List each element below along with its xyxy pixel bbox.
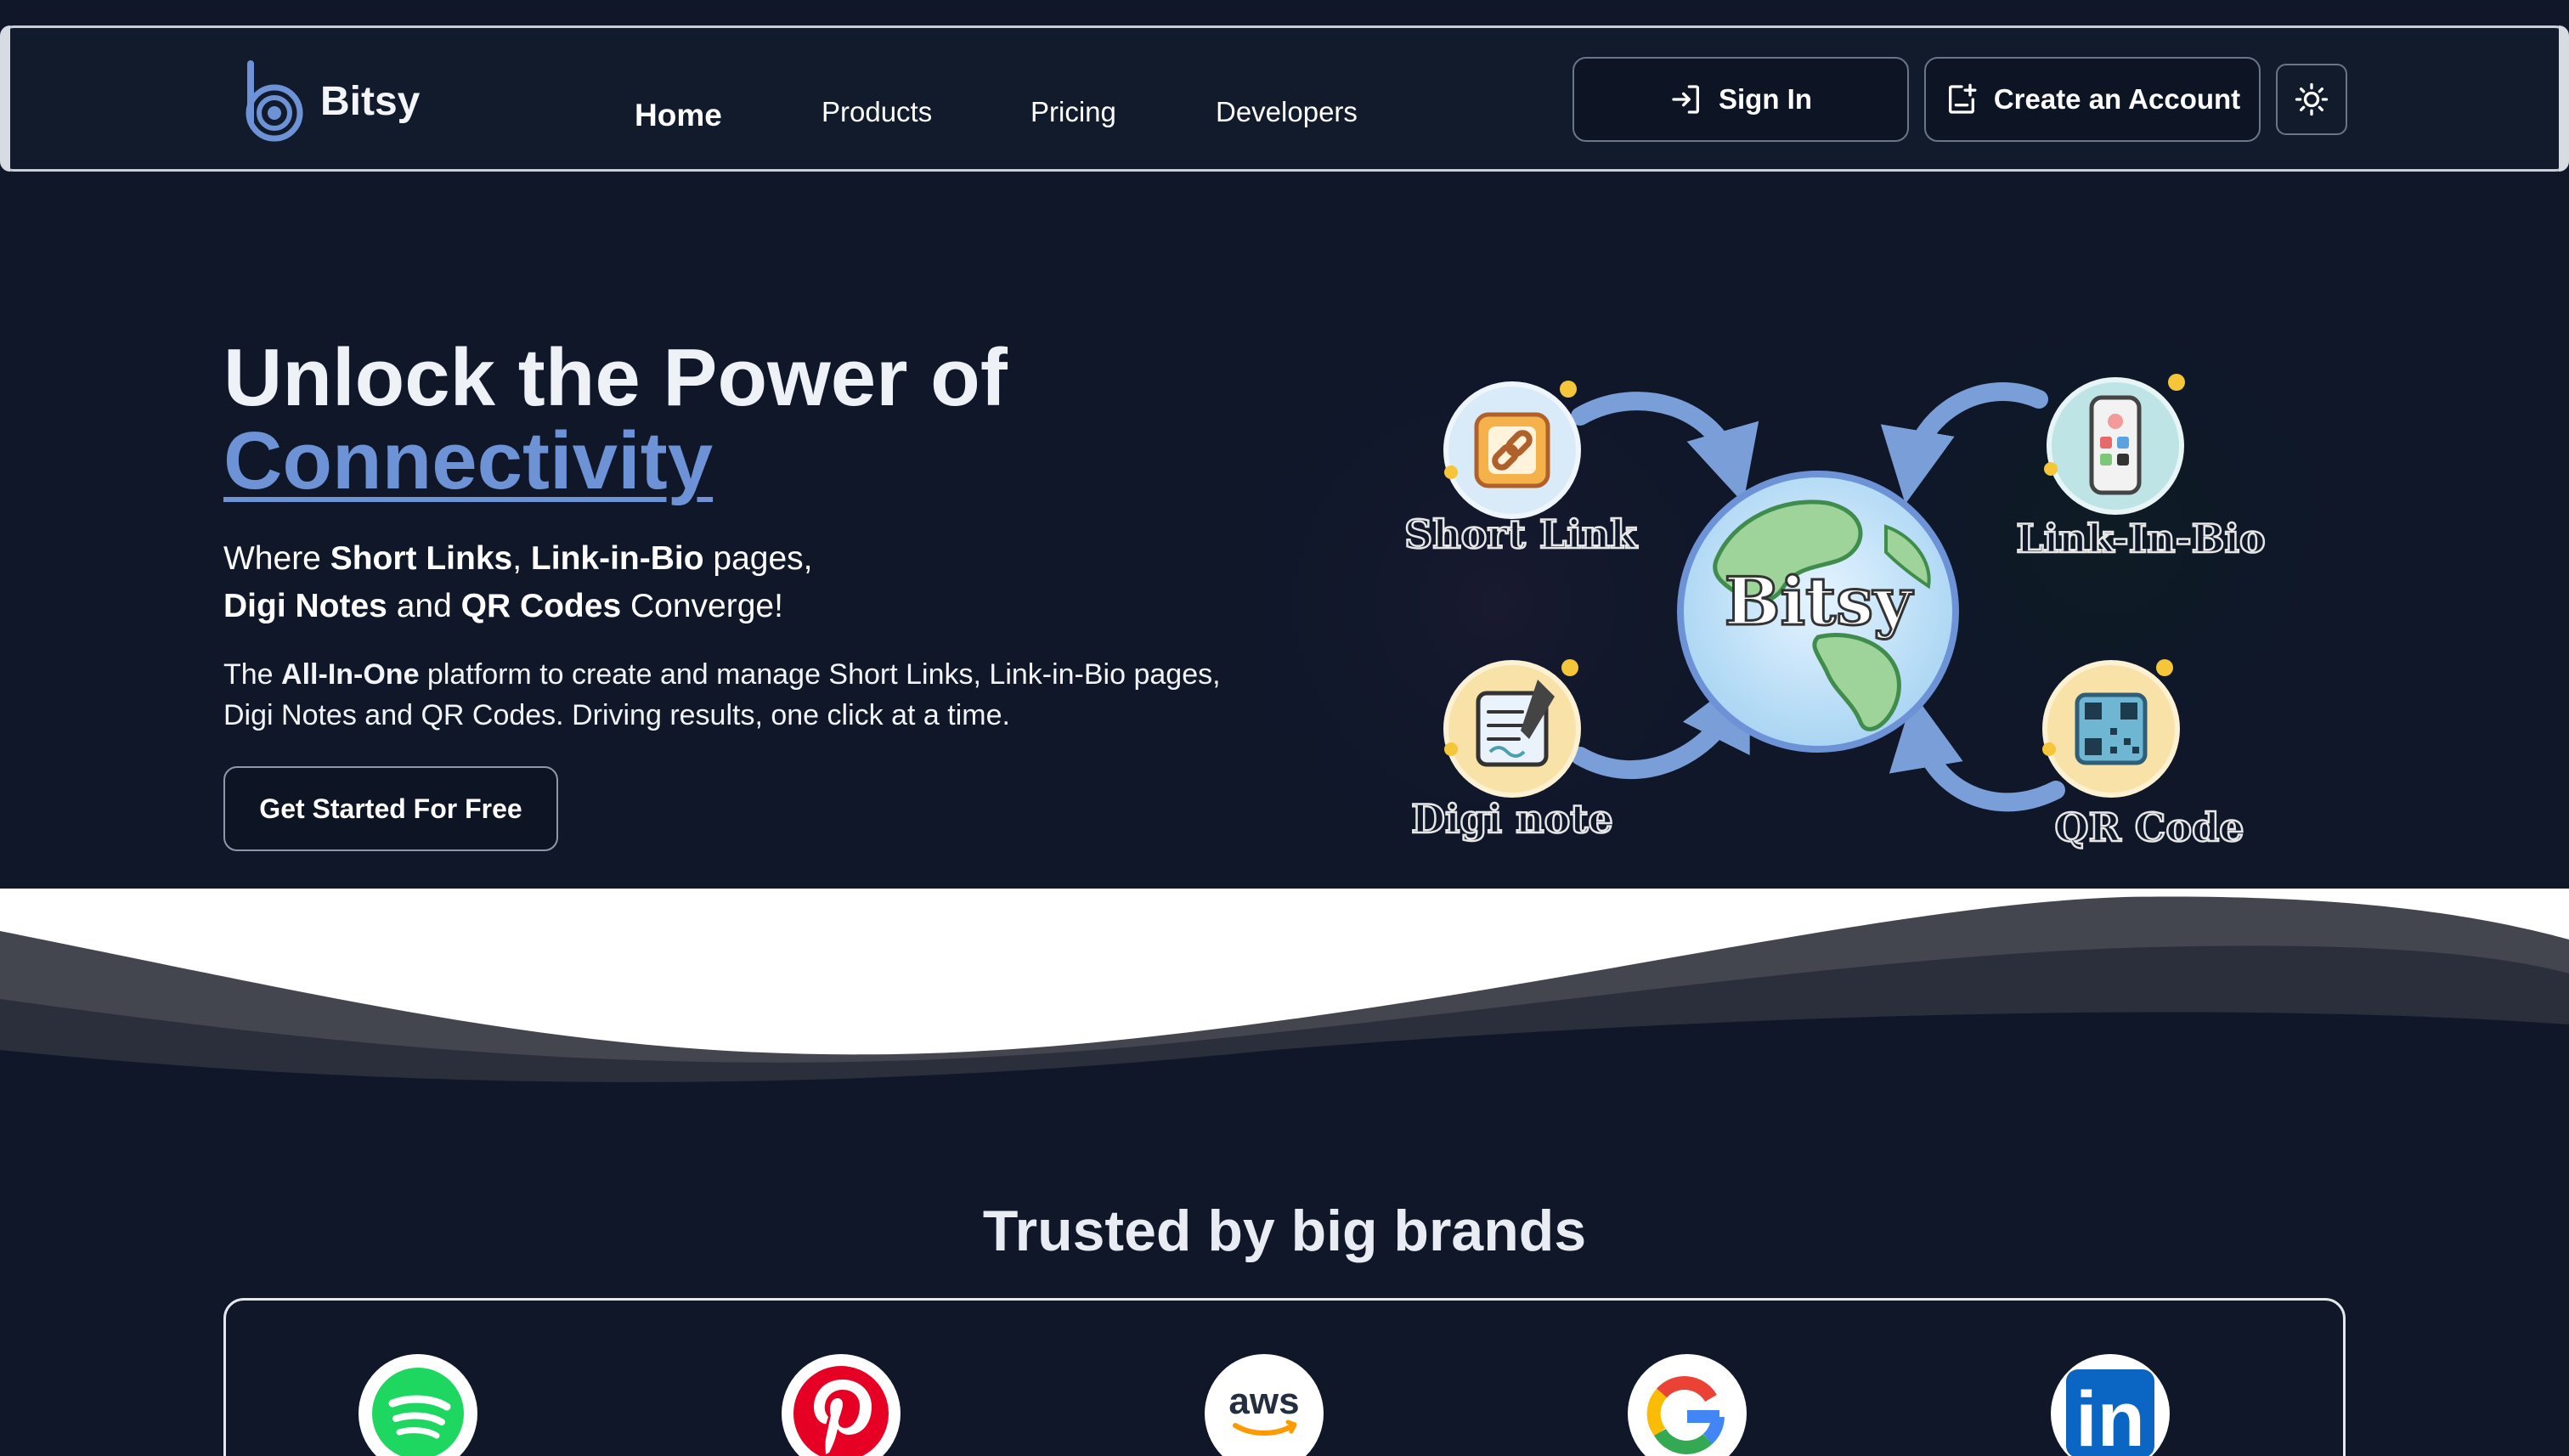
hero-subtitle: Where Short Links, Link-in-Bio pages, Dig… bbox=[223, 535, 903, 630]
top-navbar: Bitsy Home Products Pricing Developers S… bbox=[0, 25, 2569, 172]
sub-text: Converge! bbox=[621, 588, 783, 624]
nav-products[interactable]: Products bbox=[822, 96, 932, 128]
brand-logo[interactable]: Bitsy bbox=[240, 60, 420, 142]
node-label-qr-code: QR Code bbox=[2054, 804, 2244, 850]
sub-bold: QR Codes bbox=[460, 588, 622, 624]
create-account-button[interactable]: Create an Account bbox=[1924, 57, 2261, 142]
hero-description: The All-In-One platform to create and ma… bbox=[223, 654, 1226, 736]
hero-title-accent: Connectivity bbox=[223, 415, 714, 506]
hero-illustration: Bitsy Short Link Link-In-Bio Digi note Q… bbox=[1274, 280, 2387, 892]
get-started-button[interactable]: Get Started For Free bbox=[223, 766, 558, 851]
sign-in-icon bbox=[1672, 85, 1699, 114]
sign-in-button[interactable]: Sign In bbox=[1572, 57, 1909, 142]
brand-name: Bitsy bbox=[320, 78, 421, 124]
sub-text: Where bbox=[223, 540, 330, 577]
theme-toggle-button[interactable] bbox=[2276, 64, 2347, 135]
node-label-digi-note: Digi note bbox=[1411, 796, 1613, 842]
sub-text: pages, bbox=[703, 540, 813, 577]
sub-bold: Short Links bbox=[330, 540, 513, 577]
aws-text: aws bbox=[1228, 1380, 1299, 1422]
nav-pricing[interactable]: Pricing bbox=[1030, 96, 1116, 128]
linkedin-text: in bbox=[2075, 1376, 2145, 1456]
sign-in-label: Sign In bbox=[1719, 83, 1812, 115]
hero-title-line: Unlock the Power of bbox=[223, 332, 1008, 423]
hero-title: Unlock the Power of Connectivity bbox=[223, 336, 1008, 503]
desc-bold: All-In-One bbox=[281, 658, 420, 691]
nav-home[interactable]: Home bbox=[635, 98, 722, 133]
node-label-link-in-bio: Link-In-Bio bbox=[2016, 516, 2265, 562]
node-label-short-link: Short Link bbox=[1404, 511, 1638, 557]
sub-text: and bbox=[387, 588, 461, 624]
globe-icon: Bitsy bbox=[1677, 471, 1959, 753]
wave-divider bbox=[0, 889, 2569, 1092]
globe-label: Bitsy bbox=[1725, 563, 1915, 641]
sun-icon bbox=[2295, 82, 2329, 116]
create-account-label: Create an Account bbox=[1993, 83, 2241, 115]
brands-title: Trusted by big brands bbox=[982, 1199, 1587, 1263]
sub-bold: Digi Notes bbox=[223, 588, 387, 624]
sub-text: , bbox=[512, 540, 531, 577]
nav-developers[interactable]: Developers bbox=[1216, 96, 1358, 128]
sub-bold: Link-in-Bio bbox=[530, 540, 704, 577]
desc-text: The bbox=[223, 658, 282, 691]
add-file-icon bbox=[1948, 83, 1977, 114]
bitsy-logo-icon bbox=[246, 60, 303, 142]
